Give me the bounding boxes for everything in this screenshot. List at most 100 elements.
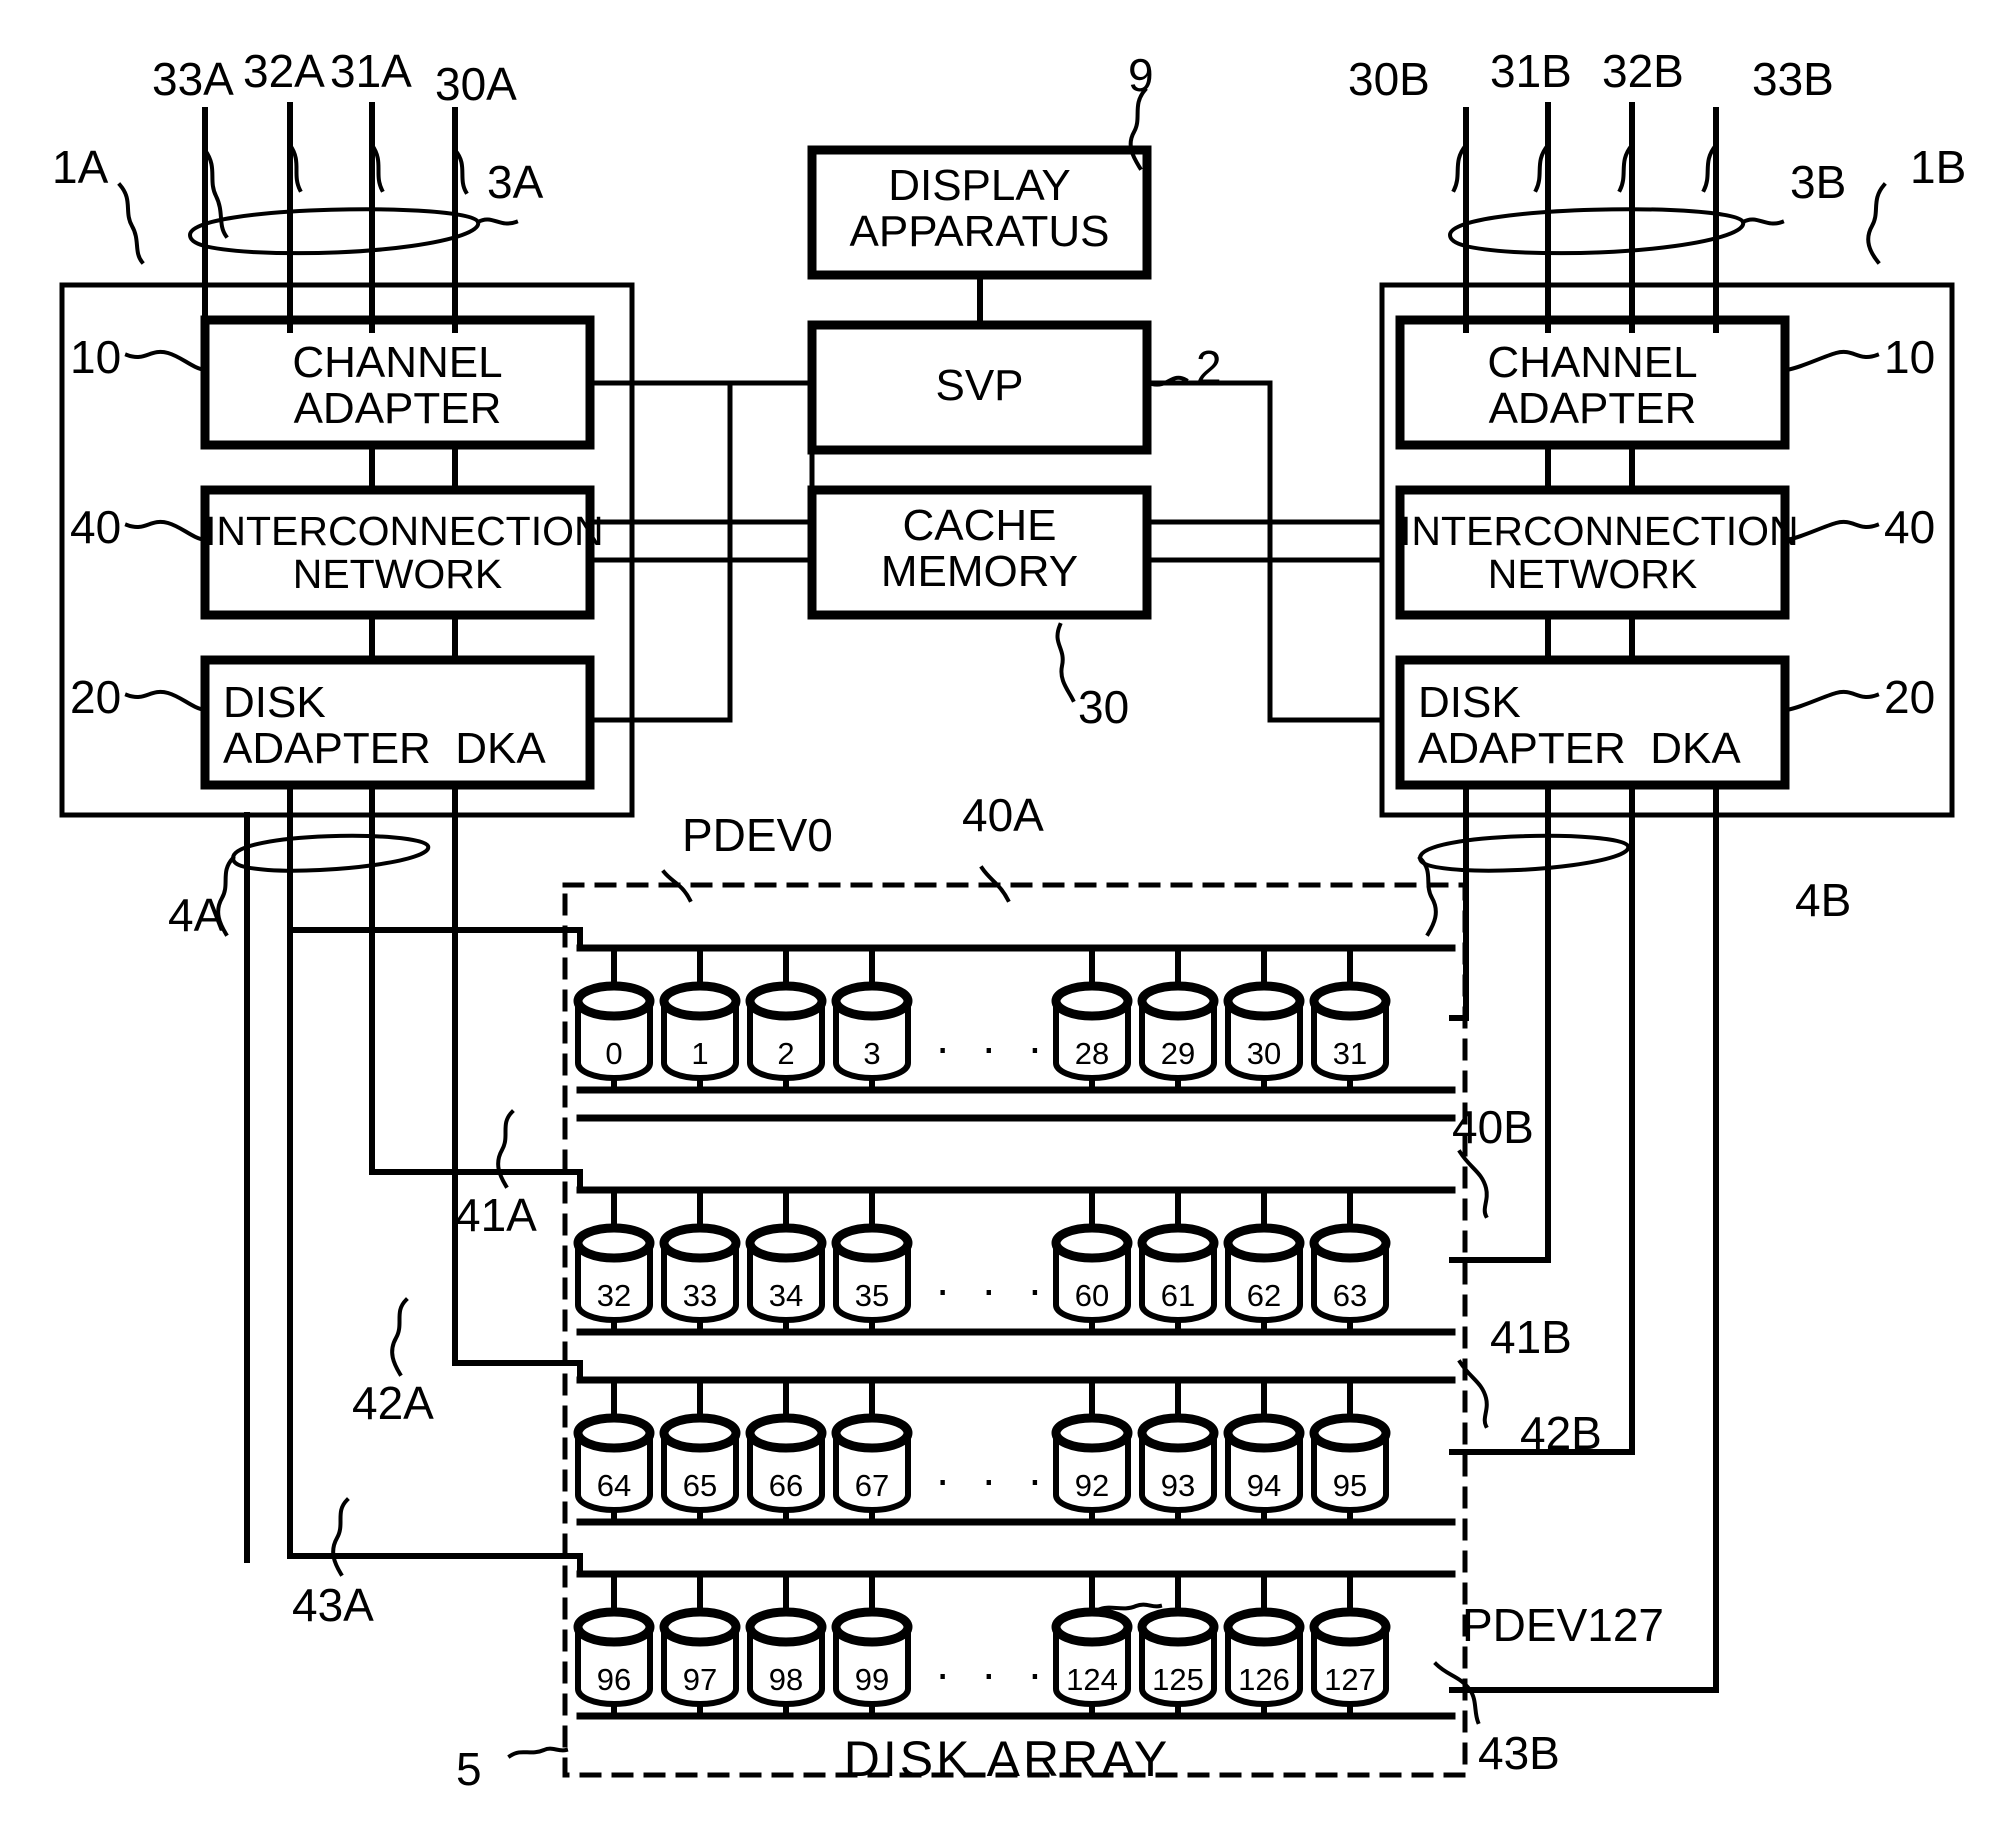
disk-number: 60 (1074, 1278, 1110, 1313)
ref-channel-adapter-a: 10 (70, 331, 122, 383)
disk-number: 92 (1074, 1468, 1110, 1503)
disk-number: 2 (777, 1036, 795, 1071)
disk-top-rim (1309, 1413, 1391, 1453)
label-disk-adapter-a: DISK ADAPTER DKA (223, 678, 546, 774)
disk-top-rim (659, 1223, 741, 1263)
disk-top-rim (1051, 981, 1133, 1021)
disk-number: 67 (854, 1468, 890, 1503)
ref-cache-memory: 30 (1078, 681, 1130, 733)
disk-top-rim (573, 981, 655, 1021)
ref-host-line-30b: 30B (1348, 53, 1430, 105)
disk-top-rim (1051, 1607, 1133, 1647)
ref-svp: 2 (1196, 341, 1222, 393)
disk-top-rim (1137, 1607, 1219, 1647)
disk-top-rim (659, 1607, 741, 1647)
disk-top-rim (831, 1223, 913, 1263)
disk-top-rim (1223, 1223, 1305, 1263)
disk-top-rim (745, 1607, 827, 1647)
patent-figure: 33A 32A 31A 30A 1A 3A 10 40 20 CHANNEL A… (0, 0, 2014, 1833)
ref-host-line-32b: 32B (1602, 45, 1684, 97)
label-svp: SVP (935, 361, 1024, 410)
ref-interconnection-network-b: 40 (1884, 501, 1936, 553)
disk-top-rim (659, 981, 741, 1021)
disk-top-rim (1223, 1607, 1305, 1647)
disk-number: 126 (1238, 1662, 1290, 1697)
disk-top-rim (1137, 1413, 1219, 1453)
label-channel-adapter-a: CHANNEL ADAPTER (292, 338, 503, 434)
ref-host-line-31a: 31A (330, 45, 412, 97)
disk-number: 61 (1160, 1278, 1196, 1313)
disk-number: 31 (1332, 1036, 1368, 1071)
disk-number: 3 (863, 1036, 881, 1071)
ref-display-apparatus: 9 (1128, 49, 1154, 101)
disk-top-rim (1223, 981, 1305, 1021)
disk-number: 127 (1324, 1662, 1376, 1697)
disk-top-rim (1137, 981, 1219, 1021)
disk-number: 0 (605, 1036, 623, 1071)
disk-array-caption: DISK ARRAY (843, 1731, 1171, 1787)
disk-number: 97 (682, 1662, 718, 1697)
ref-channel-adapter-b: 10 (1884, 331, 1936, 383)
disk-number: 125 (1152, 1662, 1204, 1697)
disk-number: 28 (1074, 1036, 1110, 1071)
disk-top-rim (831, 1607, 913, 1647)
disk-number: 98 (768, 1662, 804, 1697)
label-display-apparatus: DISPLAY APPARATUS (849, 161, 1110, 257)
ref-subsystem-b: 1B (1910, 141, 1967, 193)
label-interconnection-network-a: INTERCONNECTION NETWORK (205, 508, 604, 598)
disk-top-rim (1309, 1607, 1391, 1647)
ref-host-line-30a: 30A (435, 58, 517, 110)
ref-host-bundle-3a: 3A (487, 156, 544, 208)
disk-top-rim (1137, 1223, 1219, 1263)
ref-disk-bus-bundle-4b: 4B (1795, 874, 1852, 926)
diagram-lines (59, 87, 1955, 1778)
ref-host-line-32a: 32A (243, 45, 325, 97)
disk-top-rim (1051, 1413, 1133, 1453)
disk-top-rim (1309, 1223, 1391, 1263)
disk-row-ellipsis: · · · (935, 1263, 1052, 1315)
disk-top-rim (659, 1413, 741, 1453)
label-pdev0: PDEV0 (682, 809, 833, 861)
disk-top-rim (745, 981, 827, 1021)
ref-interconnection-network-a: 40 (70, 501, 122, 553)
label-channel-adapter-b: CHANNEL ADAPTER (1487, 338, 1698, 434)
disk-number: 63 (1332, 1278, 1368, 1313)
ref-host-bundle-3b: 3B (1790, 156, 1847, 208)
disk-row-ellipsis: · · · (935, 1021, 1052, 1073)
disk-top-rim (573, 1223, 655, 1263)
disk-number: 65 (682, 1468, 718, 1503)
label-interconnection-network-b: INTERCONNECTION NETWORK (1400, 508, 1799, 598)
disk-number: 34 (768, 1278, 804, 1313)
ref-disk-bus-41a: 41A (455, 1189, 537, 1241)
disk-top-rim (1309, 981, 1391, 1021)
disk-number: 29 (1160, 1036, 1196, 1071)
ref-host-line-33b: 33B (1752, 53, 1834, 105)
ref-disk-bus-43a: 43A (292, 1579, 374, 1631)
disk-top-rim (1223, 1413, 1305, 1453)
disk-number: 124 (1066, 1662, 1118, 1697)
label-cache-memory: CACHE MEMORY (880, 501, 1079, 597)
disk-number: 62 (1246, 1278, 1282, 1313)
label-pdev127: PDEV127 (1462, 1599, 1665, 1651)
ref-disk-bus-bundle-4a: 4A (168, 889, 225, 941)
disk-row-ellipsis: · · · (935, 1453, 1052, 1505)
ref-host-line-33a: 33A (152, 53, 234, 105)
ref-disk-adapter-b: 20 (1884, 671, 1936, 723)
ref-disk-bus-41b: 41B (1490, 1311, 1572, 1363)
disk-number: 96 (596, 1662, 632, 1697)
ref-disk-bus-42a: 42A (352, 1377, 434, 1429)
disk-number: 93 (1160, 1468, 1196, 1503)
label-disk-adapter-b: DISK ADAPTER DKA (1418, 678, 1741, 774)
ref-disk-bus-40b: 40B (1452, 1101, 1534, 1153)
disk-number: 95 (1332, 1468, 1368, 1503)
disk-number: 64 (596, 1468, 632, 1503)
disk-number: 1 (691, 1036, 709, 1071)
ref-disk-bus-40a: 40A (962, 789, 1044, 841)
disk-top-rim (573, 1413, 655, 1453)
ref-disk-bus-42b: 42B (1520, 1407, 1602, 1459)
ref-subsystem-a: 1A (52, 141, 109, 193)
disk-number: 94 (1246, 1468, 1282, 1503)
disk-number: 32 (596, 1278, 632, 1313)
disk-number: 30 (1246, 1036, 1282, 1071)
disk-number: 66 (768, 1468, 804, 1503)
